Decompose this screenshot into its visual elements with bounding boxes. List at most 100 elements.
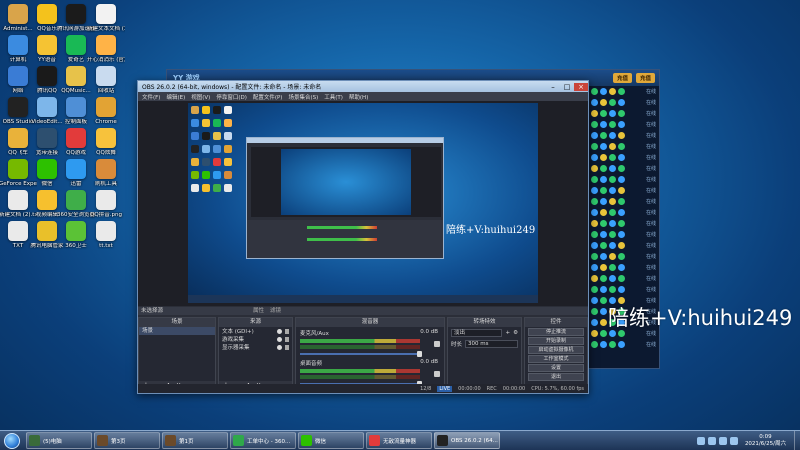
friend-list-row[interactable]: 在线	[588, 130, 659, 141]
friend-list-row[interactable]: 在线	[588, 229, 659, 240]
minimize-icon[interactable]: –	[546, 83, 560, 91]
friend-list-row[interactable]: 在线	[588, 185, 659, 196]
desktop-icon[interactable]: 回收站	[87, 66, 125, 95]
duration-input[interactable]: 300 ms	[465, 339, 518, 348]
friend-list-row[interactable]: 在线	[588, 163, 659, 174]
taskbar-item[interactable]: OBS 26.0.2 (64...	[434, 432, 500, 449]
properties-button[interactable]: 属性	[253, 307, 264, 315]
taskbar: (5)电脑 第3页 第1页 工单中心 - 360... 微信 无敌流量神器 OBS 26.0…	[0, 430, 800, 450]
lock-icon[interactable]	[285, 344, 289, 350]
transition-select[interactable]: 淡出	[451, 328, 503, 337]
taskbar-item[interactable]: 无敌流量神器	[366, 432, 432, 449]
menu-item[interactable]: 文件(F)	[142, 93, 160, 101]
maximize-icon[interactable]: □	[560, 83, 574, 91]
captured-desktop-icon	[191, 106, 199, 114]
source-item-text[interactable]: 文本 (GDI+)	[219, 327, 292, 335]
captured-desktop-icon	[191, 171, 199, 179]
settings-button[interactable]: 设置	[528, 364, 584, 372]
friend-list-row[interactable]: 在线	[588, 218, 659, 229]
source-item-display-capture[interactable]: 显示器采集	[219, 343, 292, 351]
stop-streaming-button[interactable]: 停止推流	[528, 328, 584, 336]
tray-icon[interactable]	[707, 436, 716, 445]
captured-desktop-icon	[224, 145, 232, 153]
app-icon	[37, 159, 57, 179]
menu-item[interactable]: 视图(V)	[191, 93, 210, 101]
gear-icon[interactable]: ⚙	[513, 330, 518, 336]
desktop-icon[interactable]: tt.txt	[87, 221, 125, 250]
desktop-icon[interactable]: 刷机工具	[87, 159, 125, 188]
speaker-icon[interactable]	[434, 371, 440, 377]
friend-list-row[interactable]: 在线	[588, 273, 659, 284]
studio-mode-button[interactable]: 工作室模式	[528, 355, 584, 363]
filters-button[interactable]: 滤镜	[270, 307, 281, 315]
visibility-eye-icon[interactable]	[277, 344, 282, 350]
rec-time: 00:00:00	[502, 385, 526, 392]
cpu-fps-readout: CPU: 5.7%, 60.00 fps	[531, 385, 584, 392]
taskbar-item[interactable]: (5)电脑	[26, 432, 92, 449]
menu-item[interactable]: 配置文件(P)	[253, 93, 283, 101]
scene-item[interactable]: 场景	[139, 327, 215, 335]
captured-desktop-icon	[213, 132, 221, 140]
add-transition-button[interactable]: +	[505, 330, 510, 336]
volume-slider[interactable]	[300, 351, 422, 357]
friend-list-row[interactable]: 在线	[588, 207, 659, 218]
friend-list-row[interactable]: 在线	[588, 86, 659, 97]
network-icon[interactable]	[718, 436, 727, 445]
captured-desktop-icon	[202, 158, 210, 166]
show-desktop-button[interactable]	[794, 430, 800, 450]
friend-list-row[interactable]: 在线	[588, 141, 659, 152]
friend-list-row[interactable]: 在线	[588, 262, 659, 273]
obs-titlebar[interactable]: OBS 26.0.2 (64-bit, windows) - 配置文件: 未命名…	[138, 81, 588, 92]
start-virtual-camera-button[interactable]: 启动虚拟摄像机	[528, 346, 584, 354]
lock-icon[interactable]	[285, 336, 289, 342]
menu-item[interactable]: 停靠窗口(D)	[216, 93, 247, 101]
menu-item[interactable]: 工具(T)	[324, 93, 343, 101]
friend-list-row[interactable]: 在线	[588, 339, 659, 350]
app-icon	[66, 35, 86, 55]
friend-list-row[interactable]: 在线	[588, 108, 659, 119]
speaker-icon[interactable]	[434, 341, 440, 347]
desktop-icon[interactable]: 开心消消乐 (官方版).exe	[87, 35, 125, 64]
taskbar-item[interactable]: 工单中心 - 360...	[230, 432, 296, 449]
source-item-game-capture[interactable]: 游戏采集	[219, 335, 292, 343]
lock-icon[interactable]	[285, 328, 289, 334]
menu-item[interactable]: 帮助(H)	[349, 93, 368, 101]
clock[interactable]: 0:09 2021/6/25/周六	[741, 434, 790, 447]
desktop-icon[interactable]: 新建文本文档 (3).txt	[87, 4, 125, 33]
desktop-icon[interactable]: QQ炫舞	[87, 128, 125, 157]
obs-preview-canvas[interactable]: 陪练+V:huihui249	[138, 101, 588, 306]
start-button[interactable]	[0, 431, 24, 450]
friend-status: 在线	[645, 276, 656, 282]
visibility-eye-icon[interactable]	[277, 336, 282, 342]
gem-icon	[591, 264, 598, 271]
gem-icon	[591, 286, 598, 293]
system-tray: 0:09 2021/6/25/周六	[696, 434, 794, 447]
desktop-icon[interactable]: Chrome	[87, 97, 125, 126]
friend-list-row[interactable]: 在线	[588, 97, 659, 108]
exit-button[interactable]: 退出	[528, 373, 584, 381]
friend-list-row[interactable]: 在线	[588, 174, 659, 185]
visibility-eye-icon[interactable]	[277, 328, 282, 334]
app-icon	[8, 4, 28, 24]
close-icon[interactable]: ×	[574, 82, 588, 91]
friend-list-row[interactable]: 在线	[588, 240, 659, 251]
gem-icon	[600, 220, 607, 227]
game-topup-button-1[interactable]: 充值	[612, 73, 632, 83]
menu-item[interactable]: 编辑(E)	[166, 93, 185, 101]
friend-list-row[interactable]: 在线	[588, 196, 659, 207]
game-topup-button-2[interactable]: 充值	[635, 73, 655, 83]
obs-main-window[interactable]: OBS 26.0.2 (64-bit, windows) - 配置文件: 未命名…	[137, 80, 589, 394]
taskbar-item[interactable]: 第3页	[94, 432, 160, 449]
preview-watermark-text: 陪练+V:huihui249	[446, 225, 536, 236]
friend-list-row[interactable]: 在线	[588, 251, 659, 262]
friend-list-row[interactable]: 在线	[588, 284, 659, 295]
menu-item[interactable]: 场景集合(S)	[288, 93, 318, 101]
taskbar-item[interactable]: 微信	[298, 432, 364, 449]
taskbar-item[interactable]: 第1页	[162, 432, 228, 449]
friend-list-row[interactable]: 在线	[588, 152, 659, 163]
desktop-icon[interactable]: QQ拼音.png	[87, 190, 125, 219]
tray-icon[interactable]	[696, 436, 705, 445]
start-recording-button[interactable]: 开始录制	[528, 337, 584, 345]
friend-list-row[interactable]: 在线	[588, 119, 659, 130]
volume-icon[interactable]	[729, 436, 738, 445]
